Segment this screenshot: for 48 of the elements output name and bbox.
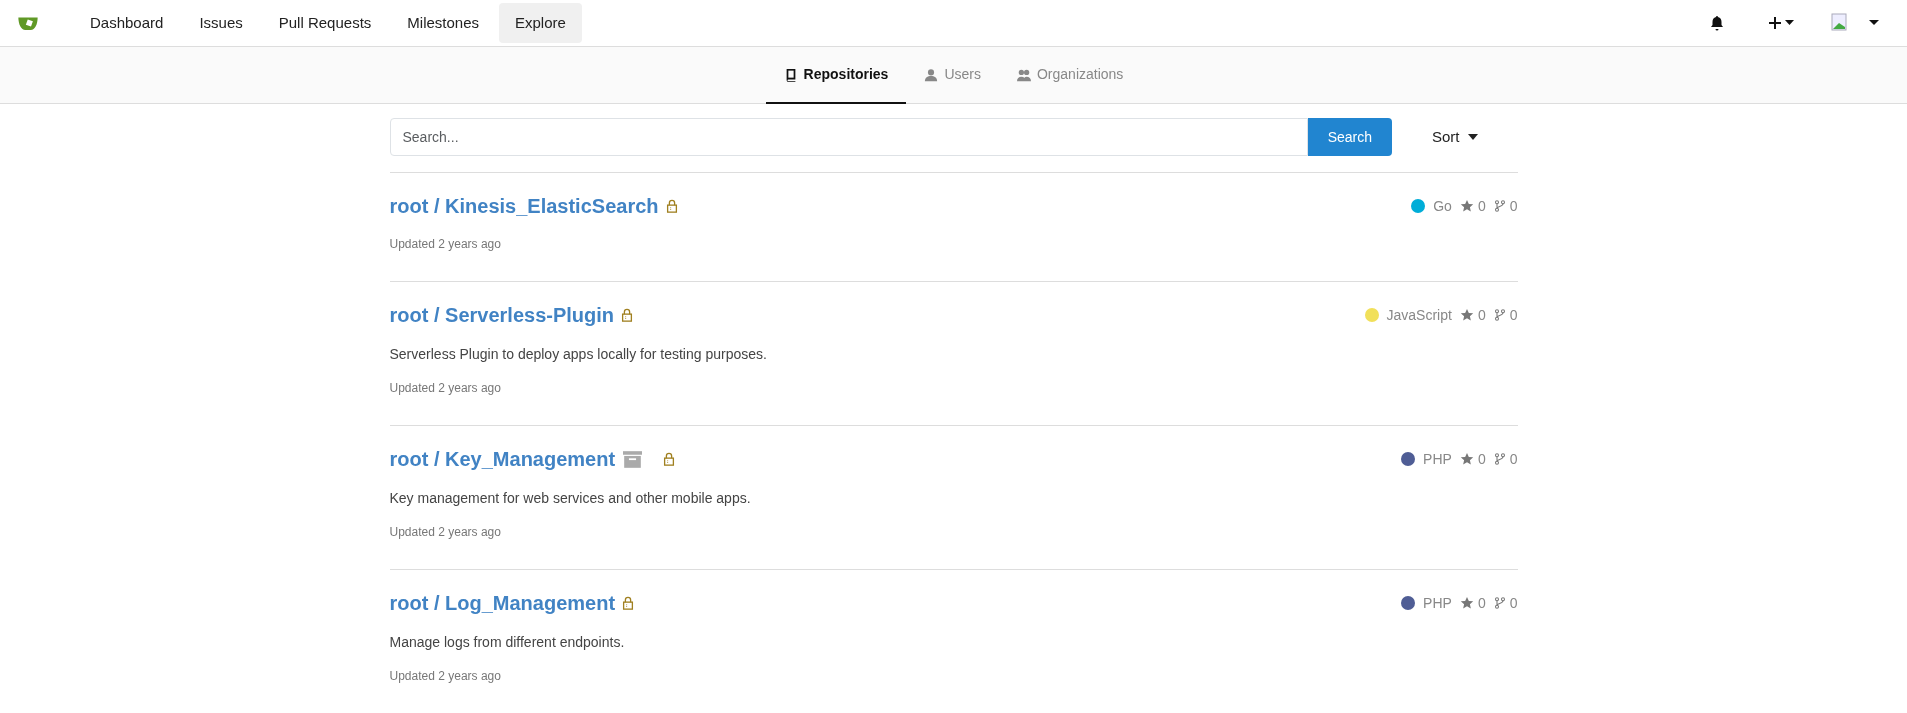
fork-count: 0 xyxy=(1493,195,1518,217)
repo-title-link[interactable]: root / Key_Management xyxy=(389,444,616,474)
nav-link[interactable]: Milestones xyxy=(391,2,495,44)
repo-description: Key management for web services and other mobile apps. xyxy=(389,489,752,508)
explore-tab[interactable]: Repositories xyxy=(765,47,907,104)
create-menu-button[interactable] xyxy=(1769,16,1795,30)
repo-title-link[interactable]: root / Log_Management xyxy=(389,588,616,618)
fork-icon xyxy=(1493,308,1506,322)
language-label: PHP xyxy=(1423,449,1452,469)
repo-description: Manage logs from different endpoints. xyxy=(389,633,626,652)
repo-description: Serverless Plugin to deploy apps locally for testing purposes. xyxy=(389,345,768,364)
bell-icon[interactable] xyxy=(1709,15,1725,31)
caret-icon xyxy=(1467,134,1478,140)
user-menu-button[interactable] xyxy=(1831,13,1881,33)
user-icon xyxy=(924,67,939,82)
nav-link[interactable]: Dashboard xyxy=(74,2,180,44)
search-button[interactable]: Search xyxy=(1307,118,1392,156)
fork-icon xyxy=(1493,596,1506,610)
updated-time: Updated 2 years ago xyxy=(389,380,502,397)
nav-link[interactable]: Issues xyxy=(183,2,259,44)
star-count: 0 xyxy=(1459,448,1486,470)
updated-time: Updated 2 years ago xyxy=(389,668,502,685)
updated-time: Updated 2 years ago xyxy=(389,236,502,253)
sort-dropdown[interactable]: Sort xyxy=(1392,125,1518,149)
language-label: Go xyxy=(1433,196,1452,216)
users-icon xyxy=(1017,67,1031,82)
updated-time: Updated 2 years ago xyxy=(389,524,502,541)
language-label: JavaScript xyxy=(1386,305,1452,325)
star-icon xyxy=(1459,308,1474,322)
star-icon xyxy=(1459,596,1474,610)
star-count: 0 xyxy=(1459,195,1486,217)
search-field[interactable]: Search... xyxy=(389,118,1308,156)
explore-tab[interactable]: Users xyxy=(906,47,999,104)
fork-count: 0 xyxy=(1493,448,1518,470)
fork-count: 0 xyxy=(1493,592,1518,614)
fork-icon xyxy=(1493,452,1506,466)
nav-link[interactable]: Pull Requests xyxy=(262,2,388,44)
repo-title-link[interactable]: root / Kinesis_ElasticSearch xyxy=(389,191,659,221)
explore-tab[interactable]: Organizations xyxy=(999,47,1142,104)
star-count: 0 xyxy=(1459,304,1486,326)
repo-title-link[interactable]: root / Serverless-Plugin xyxy=(389,300,614,330)
star-icon xyxy=(1459,452,1474,466)
star-icon xyxy=(1459,199,1474,213)
fork-count: 0 xyxy=(1493,304,1518,326)
nav-link[interactable]: Explore xyxy=(499,2,582,44)
fork-icon xyxy=(1493,199,1506,213)
language-label: PHP xyxy=(1423,593,1452,613)
star-count: 0 xyxy=(1459,592,1486,614)
